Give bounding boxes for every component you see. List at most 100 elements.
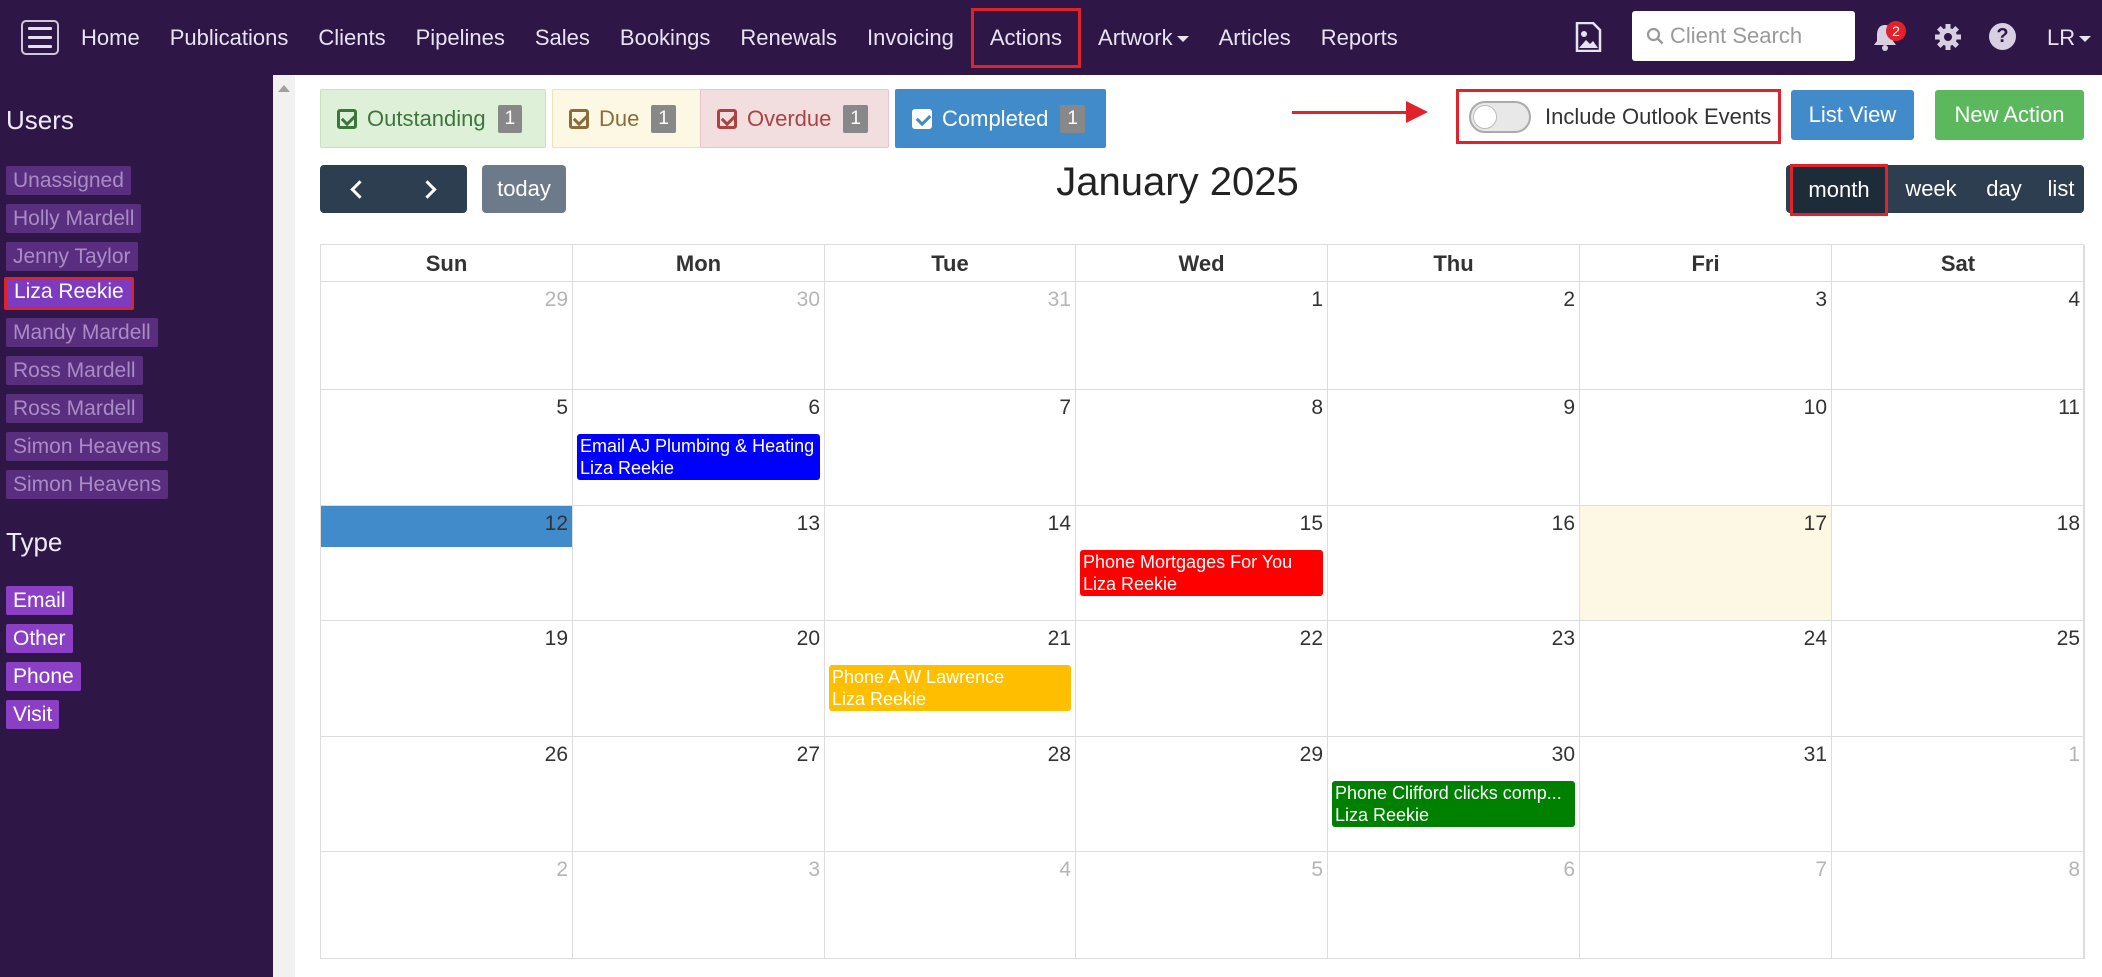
day-number[interactable]: 4 (1059, 858, 1071, 882)
help-icon[interactable]: ? (1989, 23, 2016, 50)
day-number[interactable]: 30 (1552, 743, 1575, 767)
day-cell[interactable]: 29 (321, 282, 573, 390)
day-cell[interactable]: 23 (1328, 621, 1580, 737)
day-cell[interactable]: 24 (1580, 621, 1832, 737)
day-cell[interactable]: 20 (573, 621, 825, 737)
nav-reports[interactable]: Reports (1306, 8, 1413, 68)
day-cell[interactable]: 3 (573, 852, 825, 959)
day-number[interactable]: 2 (556, 858, 568, 882)
type-filter-email[interactable]: Email (6, 586, 73, 615)
nav-pipelines[interactable]: Pipelines (401, 8, 520, 68)
day-cell[interactable]: 31 (825, 282, 1076, 390)
day-cell[interactable]: 17 (1580, 506, 1832, 621)
day-number[interactable]: 12 (545, 512, 568, 536)
user-menu[interactable]: LR (2047, 0, 2092, 75)
nav-sales[interactable]: Sales (520, 8, 605, 68)
day-number[interactable]: 21 (1048, 627, 1071, 651)
image-icon[interactable] (1574, 22, 1602, 52)
calendar-event[interactable]: Email AJ Plumbing & Heating Liza Reekie (577, 434, 820, 480)
client-search-box[interactable] (1632, 11, 1855, 61)
day-cell[interactable]: 6 Email AJ Plumbing & Heating Liza Reekie (573, 390, 825, 506)
day-cell[interactable]: 16 (1328, 506, 1580, 621)
day-number[interactable]: 25 (2057, 627, 2080, 651)
day-cell[interactable]: 2 (1328, 282, 1580, 390)
day-cell[interactable]: 6 (1328, 852, 1580, 959)
day-cell[interactable]: 8 (1076, 390, 1328, 506)
day-number[interactable]: 18 (2057, 512, 2080, 536)
filter-outstanding[interactable]: Outstanding 1 (320, 89, 546, 148)
hamburger-menu-icon[interactable] (21, 20, 59, 55)
day-cell[interactable]: 30 Phone Clifford clicks comp... Liza Reek… (1328, 737, 1580, 852)
day-cell[interactable]: 26 (321, 737, 573, 852)
day-cell[interactable]: 1 (1076, 282, 1328, 390)
day-cell[interactable]: 2 (321, 852, 573, 959)
sidebar-scrollbar[interactable] (273, 75, 295, 977)
day-cell[interactable]: 4 (1832, 282, 2085, 390)
filter-overdue[interactable]: Overdue 1 (700, 89, 889, 148)
day-cell[interactable]: 21 Phone A W Lawrence Liza Reekie (825, 621, 1076, 737)
day-cell[interactable]: 30 (573, 282, 825, 390)
nav-artwork[interactable]: Artwork (1083, 8, 1204, 68)
day-number[interactable]: 16 (1552, 512, 1575, 536)
day-number[interactable]: 30 (797, 288, 820, 312)
day-cell[interactable]: 22 (1076, 621, 1328, 737)
day-number[interactable]: 20 (797, 627, 820, 651)
nav-articles[interactable]: Articles (1204, 8, 1306, 68)
day-number[interactable]: 10 (1804, 396, 1827, 420)
day-number[interactable]: 5 (556, 396, 568, 420)
day-number[interactable]: 8 (2068, 858, 2080, 882)
day-cell[interactable]: 5 (1076, 852, 1328, 959)
prev-month-button[interactable] (320, 165, 394, 213)
day-cell[interactable]: 8 (1832, 852, 2085, 959)
day-number[interactable]: 22 (1300, 627, 1323, 651)
day-number[interactable]: 15 (1300, 512, 1323, 536)
day-number[interactable]: 29 (1300, 743, 1323, 767)
day-number[interactable]: 28 (1048, 743, 1071, 767)
day-cell[interactable]: 9 (1328, 390, 1580, 506)
day-cell[interactable]: 13 (573, 506, 825, 621)
day-number[interactable]: 24 (1804, 627, 1827, 651)
day-number[interactable]: 13 (797, 512, 820, 536)
day-number[interactable]: 9 (1563, 396, 1575, 420)
day-cell[interactable]: 4 (825, 852, 1076, 959)
day-cell[interactable]: 7 (1580, 852, 1832, 959)
day-number[interactable]: 4 (2068, 288, 2080, 312)
day-cell[interactable]: 28 (825, 737, 1076, 852)
next-month-button[interactable] (394, 165, 468, 213)
nav-home[interactable]: Home (66, 8, 155, 68)
day-cell[interactable]: 25 (1832, 621, 2085, 737)
day-number[interactable]: 6 (1563, 858, 1575, 882)
user-filter-jenny-taylor[interactable]: Jenny Taylor (6, 242, 138, 271)
day-cell[interactable]: 5 (321, 390, 573, 506)
nav-renewals[interactable]: Renewals (725, 8, 852, 68)
day-cell[interactable]: 29 (1076, 737, 1328, 852)
scroll-up-arrow-icon[interactable] (278, 85, 290, 92)
nav-publications[interactable]: Publications (155, 8, 304, 68)
view-week-button[interactable]: week (1892, 165, 1970, 213)
new-action-button[interactable]: New Action (1935, 90, 2084, 140)
day-number[interactable]: 11 (2058, 396, 2080, 420)
view-month-button[interactable]: month (1790, 164, 1888, 216)
user-filter-liza-reekie[interactable]: Liza Reekie (4, 277, 134, 310)
day-cell[interactable]: 18 (1832, 506, 2085, 621)
today-button[interactable]: today (482, 165, 566, 213)
day-number[interactable]: 19 (545, 627, 568, 651)
user-filter-holly-mardell[interactable]: Holly Mardell (6, 204, 142, 233)
day-number[interactable]: 29 (545, 288, 568, 312)
type-filter-visit[interactable]: Visit (6, 700, 60, 729)
calendar-event[interactable]: Phone Clifford clicks comp... Liza Reekie (1332, 781, 1575, 827)
filter-due[interactable]: Due 1 (552, 89, 701, 148)
user-filter-ross-mardell[interactable]: Ross Mardell (6, 356, 143, 385)
day-number[interactable]: 31 (1804, 743, 1827, 767)
day-cell[interactable]: 19 (321, 621, 573, 737)
user-filter-mandy-mardell[interactable]: Mandy Mardell (6, 318, 158, 347)
day-number[interactable]: 5 (1311, 858, 1323, 882)
day-cell[interactable]: 27 (573, 737, 825, 852)
type-filter-other[interactable]: Other (6, 624, 73, 653)
day-cell[interactable]: 10 (1580, 390, 1832, 506)
day-number[interactable]: 3 (1815, 288, 1827, 312)
calendar-event[interactable]: Phone A W Lawrence Liza Reekie (829, 665, 1071, 711)
user-filter-unassigned[interactable]: Unassigned (6, 166, 131, 195)
day-number[interactable]: 7 (1059, 396, 1071, 420)
day-number[interactable]: 2 (1563, 288, 1575, 312)
